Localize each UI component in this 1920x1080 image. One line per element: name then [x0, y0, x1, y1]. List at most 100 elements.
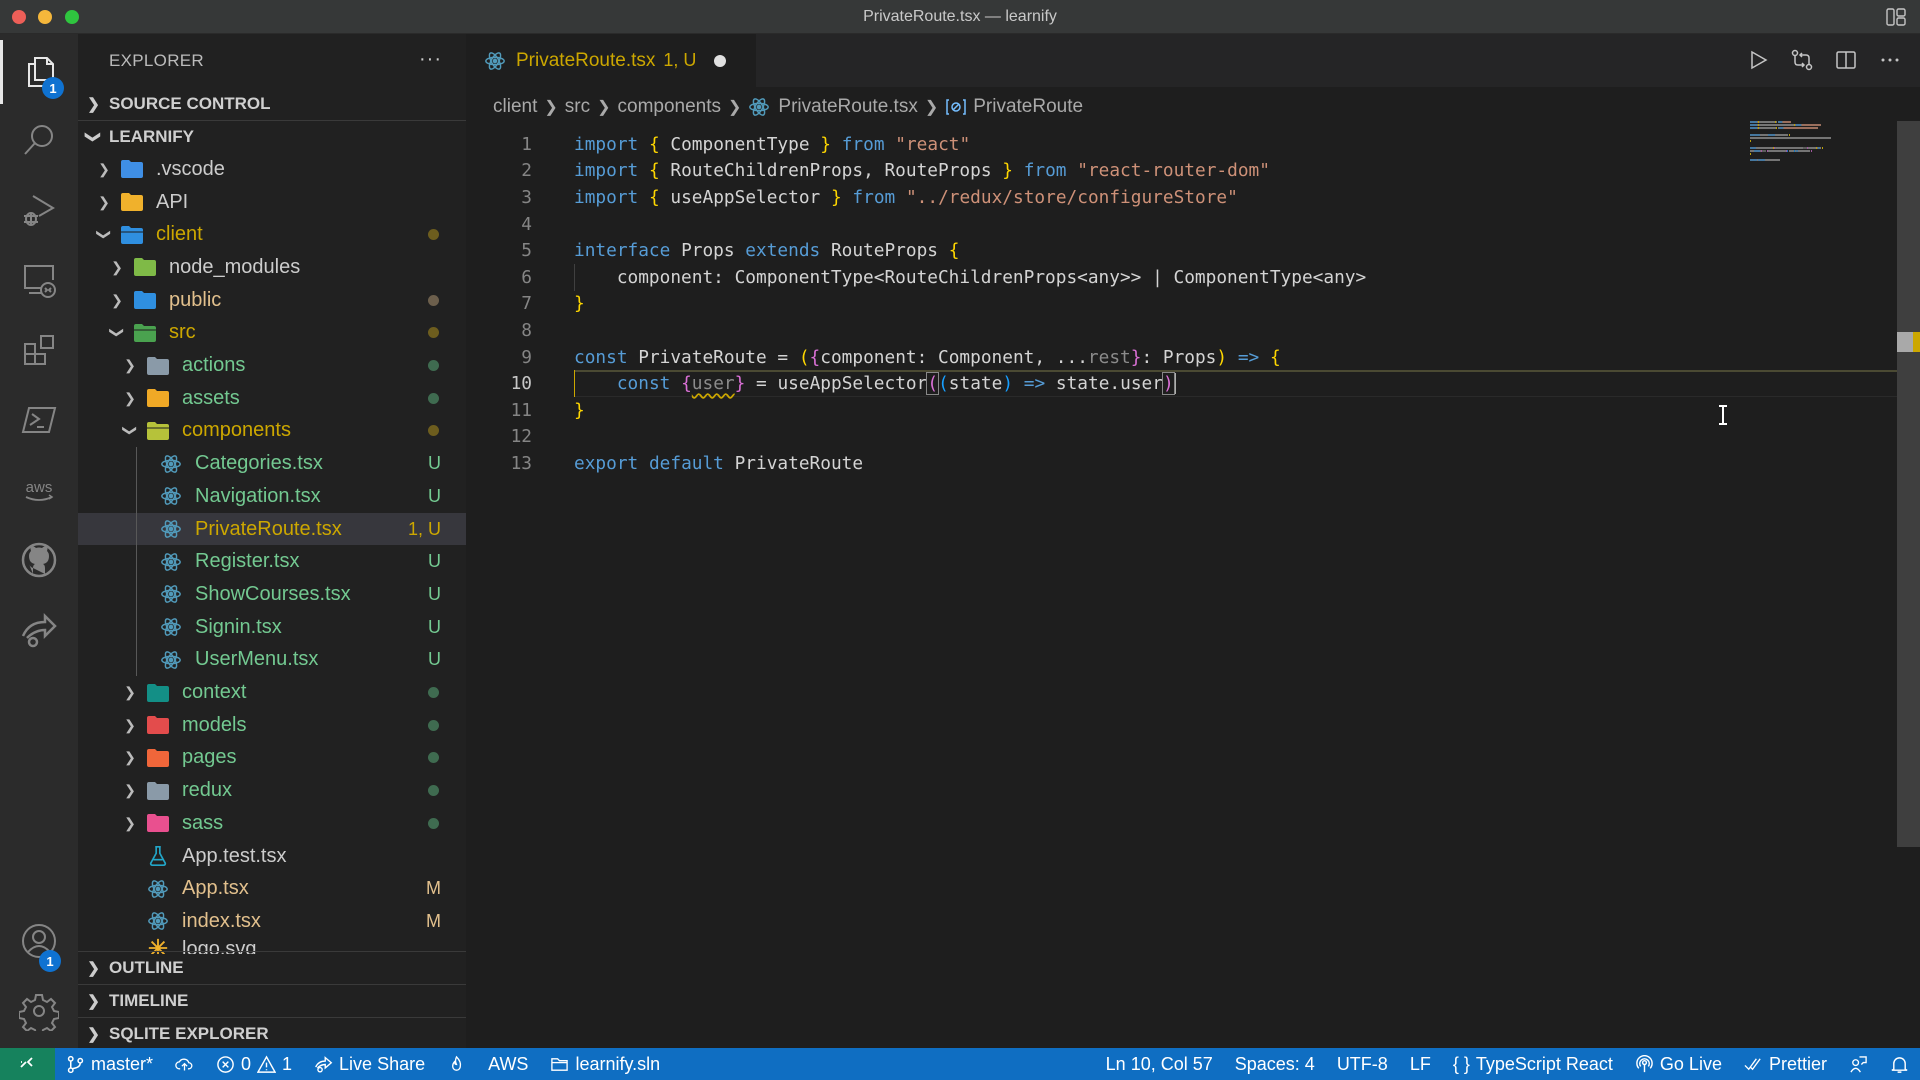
remote-indicator[interactable]: [0, 1048, 55, 1080]
client-folder-icon: [120, 225, 144, 245]
live-share-button[interactable]: Live Share: [303, 1054, 436, 1075]
outline-section[interactable]: ❯ OUTLINE: [78, 951, 466, 984]
code-token: "react": [895, 133, 971, 155]
open-changes-icon[interactable]: [1790, 48, 1814, 72]
chevron-down-icon: ❯: [84, 130, 102, 144]
tree-file-app-test-tsx[interactable]: App.test.tsx: [78, 840, 466, 873]
encoding[interactable]: UTF-8: [1326, 1054, 1399, 1075]
chevron-down-icon: ❯: [96, 228, 113, 241]
solution-indicator[interactable]: learnify.sln: [539, 1054, 671, 1075]
breadcrumb-components[interactable]: components: [618, 96, 722, 118]
minimap-token: [1767, 149, 1787, 152]
git-status-badge: M: [426, 878, 441, 899]
code-line[interactable]: 9 const PrivateRoute = ({component: Compo…: [466, 344, 1766, 371]
tree-file-index-tsx[interactable]: index.tsx M: [78, 905, 466, 938]
tree-folder-vscode[interactable]: ❯ .vscode: [78, 153, 466, 186]
explorer-title: EXPLORER: [109, 50, 204, 70]
code-line[interactable]: 5 interface Props extends RouteProps {: [466, 237, 1766, 264]
activity-accounts[interactable]: 1: [0, 909, 78, 973]
feedback-icon: [1850, 1055, 1867, 1072]
activity-manage[interactable]: [0, 979, 78, 1043]
tree-file-app-tsx[interactable]: App.tsx M: [78, 872, 466, 905]
tree-folder-assets[interactable]: ❯ assets: [78, 382, 466, 415]
activity-remote-explorer[interactable]: [0, 248, 78, 312]
source-control-section[interactable]: ❯ SOURCE CONTROL: [78, 87, 466, 120]
tree-folder-src[interactable]: ❯ src: [78, 317, 466, 350]
code-token: component: Component, ...: [820, 346, 1088, 368]
code-line[interactable]: 8: [466, 317, 1766, 344]
go-live-button[interactable]: Go Live: [1624, 1054, 1733, 1075]
tree-folder-context[interactable]: ❯ context: [78, 676, 466, 709]
breadcrumb-src[interactable]: src: [565, 96, 590, 118]
problems-indicator[interactable]: 0 1: [205, 1054, 303, 1075]
breadcrumb-file[interactable]: PrivateRoute.tsx: [778, 96, 917, 118]
go-live-label: Go Live: [1659, 1053, 1722, 1074]
breadcrumb-client[interactable]: client: [493, 96, 537, 118]
customize-layout-icon[interactable]: [1886, 8, 1906, 26]
git-status-badge: M: [426, 910, 441, 931]
sqlite-explorer-section[interactable]: ❯ SQLITE EXPLORER: [78, 1017, 466, 1050]
code-line[interactable]: 10 const {user} = useAppSelector((state)…: [466, 370, 1920, 397]
aws-indicator[interactable]: AWS: [477, 1054, 539, 1075]
flame-button[interactable]: [436, 1055, 477, 1074]
code-line[interactable]: 11}: [466, 397, 1766, 424]
tree-folder-node-modules[interactable]: ❯ node_modules: [78, 251, 466, 284]
activity-aws[interactable]: aws: [0, 458, 78, 522]
code-line[interactable]: 3 import { useAppSelector } from "../redu…: [466, 184, 1766, 211]
run-icon[interactable]: [1746, 48, 1770, 72]
timeline-section[interactable]: ❯ TIMELINE: [78, 984, 466, 1017]
breadcrumb-symbol[interactable]: PrivateRoute: [973, 96, 1083, 118]
tree-folder-api[interactable]: ❯ API: [78, 186, 466, 219]
more-actions-button[interactable]: ···: [419, 48, 442, 71]
code-line[interactable]: 1 import { ComponentType } from "react": [466, 131, 1766, 158]
code-token: (: [938, 372, 949, 394]
code-line[interactable]: 7}: [466, 291, 1766, 318]
tree-folder-actions[interactable]: ❯ actions: [78, 349, 466, 382]
react-icon: [159, 519, 183, 539]
indentation[interactable]: Spaces: 4: [1224, 1054, 1326, 1075]
tree-folder-client[interactable]: ❯ client: [78, 218, 466, 251]
minimap-token: [1750, 140, 1752, 143]
activity-run-debug[interactable]: [0, 178, 78, 242]
run-debug-icon: [24, 195, 55, 226]
activity-live-share[interactable]: [0, 598, 78, 662]
tree-folder-public[interactable]: ❯ public: [78, 284, 466, 317]
tree-folder-models[interactable]: ❯ models: [78, 709, 466, 742]
tree-folder-components[interactable]: ❯ components: [78, 415, 466, 448]
gear-icon: [19, 994, 59, 1031]
braces-icon: { }: [1452, 1053, 1470, 1074]
code-line[interactable]: 13 export default PrivateRoute: [466, 450, 1766, 477]
unsaved-dot-icon[interactable]: [714, 54, 727, 67]
tree-folder-redux[interactable]: ❯ redux: [78, 774, 466, 807]
vertical-scrollbar[interactable]: [1897, 121, 1920, 847]
feedback-button[interactable]: [1838, 1055, 1879, 1074]
chevron-down-icon: ❯: [122, 425, 139, 437]
more-actions-icon[interactable]: [1878, 48, 1902, 72]
activity-extensions[interactable]: [0, 318, 78, 382]
tree-item-label: src: [169, 321, 196, 344]
prettier-button[interactable]: Prettier: [1733, 1054, 1838, 1075]
tree-folder-pages[interactable]: ❯ pages: [78, 742, 466, 775]
branch-indicator[interactable]: master*: [55, 1054, 164, 1075]
code-line[interactable]: 4: [466, 211, 1766, 238]
sync-button[interactable]: [164, 1055, 205, 1074]
explorer-header: EXPLORER ···: [78, 34, 466, 87]
workspace-section[interactable]: ❯ LEARNIFY: [78, 120, 466, 153]
language-mode[interactable]: { } TypeScript React: [1442, 1054, 1624, 1075]
code-line[interactable]: 6 component: ComponentType<RouteChildren…: [466, 264, 1766, 291]
activity-search[interactable]: [0, 108, 78, 172]
activity-explorer[interactable]: 1: [0, 40, 78, 104]
cursor-position[interactable]: Ln 10, Col 57: [1095, 1054, 1224, 1075]
notifications-button[interactable]: [1879, 1055, 1920, 1074]
minimap[interactable]: [1750, 121, 1870, 181]
tree-folder-sass[interactable]: ❯ sass: [78, 807, 466, 840]
tab-privateroute[interactable]: PrivateRoute.tsx 1, U: [466, 34, 756, 87]
code-line[interactable]: 2 import { RouteChildrenProps, RouteProps…: [466, 158, 1766, 185]
activity-github[interactable]: [0, 528, 78, 592]
split-editor-icon[interactable]: [1834, 48, 1858, 72]
code-token: = useAppSelector: [745, 372, 928, 394]
end-of-line[interactable]: LF: [1399, 1054, 1442, 1075]
activity-powershell[interactable]: [0, 388, 78, 452]
code-line[interactable]: 12: [466, 424, 1766, 451]
